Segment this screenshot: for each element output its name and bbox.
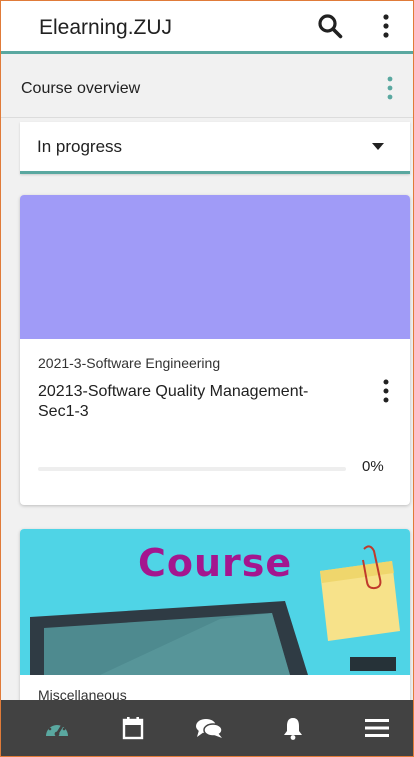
nav-dashboard[interactable]	[27, 700, 87, 756]
nav-notifications[interactable]	[263, 700, 323, 756]
chevron-down-icon	[372, 143, 384, 150]
messages-icon	[196, 719, 223, 738]
course-banner[interactable]	[20, 195, 410, 339]
app-frame: Elearning.ZUJ Course overview In progres…	[0, 0, 414, 757]
calendar-icon	[122, 717, 144, 740]
course-banner[interactable]: Course	[20, 529, 410, 675]
nav-messages[interactable]	[179, 700, 239, 756]
course-card[interactable]: 2021-3-Software Engineering 20213-Softwa…	[20, 195, 410, 505]
app-title: Elearning.ZUJ	[39, 16, 173, 39]
course-progress-bar	[38, 467, 346, 471]
search-icon[interactable]	[317, 13, 343, 39]
course-category: 2021-3-Software Engineering	[38, 355, 221, 371]
filter-selected-value: In progress	[37, 137, 123, 156]
course-name-link[interactable]: 20213-Software Quality Management-Sec1-3	[38, 382, 338, 422]
overview-options-icon[interactable]	[385, 75, 395, 101]
app-bar: Elearning.ZUJ	[1, 1, 413, 54]
more-options-icon[interactable]	[381, 13, 391, 39]
menu-icon	[365, 719, 389, 737]
bell-icon	[284, 718, 302, 740]
course-overview-header: Course overview	[1, 57, 413, 118]
nav-menu[interactable]	[347, 700, 407, 756]
course-filter-select[interactable]: In progress	[20, 122, 410, 174]
course-progress-text: 0%	[362, 458, 384, 475]
dashboard-icon	[46, 722, 68, 737]
course-options-icon[interactable]	[381, 378, 391, 404]
course-banner-text: Course	[138, 541, 293, 585]
course-card[interactable]: Course Miscellaneous	[20, 529, 410, 709]
nav-calendar[interactable]	[103, 700, 163, 756]
course-overview-title: Course overview	[21, 80, 141, 97]
bottom-navigation	[1, 700, 413, 756]
